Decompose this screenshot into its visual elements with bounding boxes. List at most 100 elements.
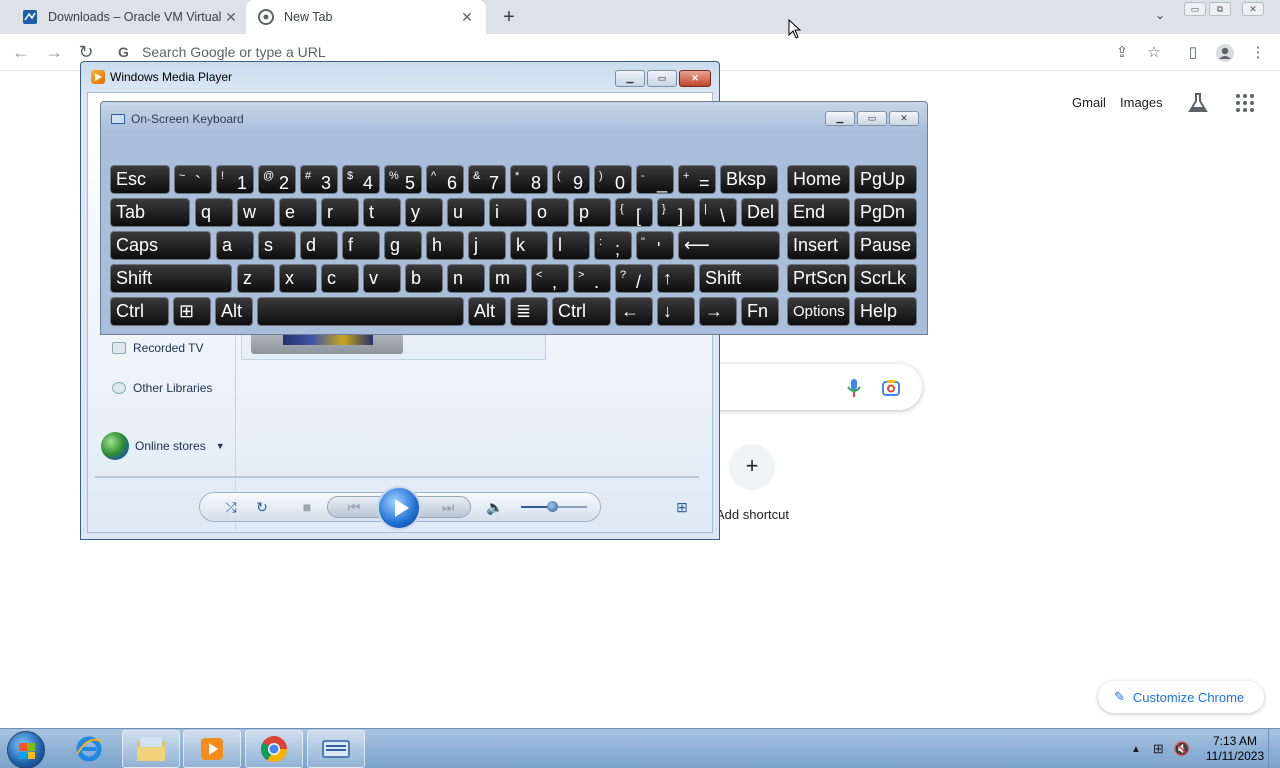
key-s[interactable]: s [258,231,296,260]
next-track-icon[interactable]: ⏭ [437,498,459,516]
wmp-maximize-button[interactable]: ▭ [647,70,677,87]
gmail-link[interactable]: Gmail [1072,95,1106,110]
side-panel-icon[interactable]: ▯ [1183,43,1203,63]
key-x[interactable]: x [279,264,317,293]
add-shortcut-label[interactable]: Add shortcut [716,507,789,522]
switch-to-now-playing-icon[interactable]: ⊞ [671,498,693,516]
osk-minimize-button[interactable]: ▁ [825,111,855,126]
restore-button[interactable]: ⧉ [1209,2,1231,16]
key-symbol[interactable]: <, [531,264,569,293]
key-pgdn[interactable]: PgDn [854,198,917,227]
key-o[interactable]: o [531,198,569,227]
images-link[interactable]: Images [1120,95,1163,110]
profile-avatar-icon[interactable] [1215,43,1235,63]
key-g[interactable]: g [384,231,422,260]
key-symbol[interactable]: & 7 [468,165,506,194]
forward-arrow-icon[interactable]: → [43,42,65,64]
file-explorer-icon[interactable] [122,730,180,768]
key-scrlk[interactable]: ScrLk [854,264,917,293]
key-symbol-4-5[interactable]: ≣ [510,297,548,326]
key-symbol-4-9[interactable]: → [699,297,737,326]
key-n[interactable]: n [447,264,485,293]
google-apps-grid-icon[interactable] [1236,94,1254,112]
key-b[interactable]: b [405,264,443,293]
key-p[interactable]: p [573,198,611,227]
key-symbol[interactable]: >. [573,264,611,293]
key-alt[interactable]: Alt [468,297,506,326]
key-options[interactable]: Options [787,297,850,326]
volume-speaker-icon[interactable]: 🔈 [484,498,506,516]
key-shift[interactable]: Shift [699,264,779,293]
share-icon[interactable]: ⇪ [1112,43,1132,63]
key-space[interactable] [257,297,464,326]
key-end[interactable]: End [787,198,850,227]
tab-search-chevron-icon[interactable]: ⌄ [1150,8,1170,26]
key-symbol[interactable]: $4 [342,165,380,194]
menu-kebab-icon[interactable]: ⋮ [1248,43,1268,63]
key-symbol-4-1[interactable]: ⊞ [173,297,211,326]
key-l[interactable]: l [552,231,590,260]
internet-explorer-icon[interactable] [60,730,118,768]
google-lens-icon[interactable] [881,378,901,398]
key-symbol[interactable]: ~ ` [174,165,212,194]
key-t[interactable]: t [363,198,401,227]
key-symbol[interactable]: | \ [699,198,737,227]
key-symbol-2-12[interactable]: ⟵ [678,231,780,260]
library-item-recorded-tv[interactable]: Recorded TV [112,341,203,355]
repeat-icon[interactable]: ↻ [251,498,273,516]
on-screen-keyboard-taskbar-icon[interactable] [307,730,365,768]
close-tab-icon[interactable]: ✕ [222,8,240,26]
key-shift[interactable]: Shift [110,264,232,293]
key-symbol[interactable]: #3 [300,165,338,194]
key-del[interactable]: Del [741,198,779,227]
key-i[interactable]: i [489,198,527,227]
key-w[interactable]: w [237,198,275,227]
stop-icon[interactable]: ■ [296,498,318,516]
key-symbol[interactable]: - _ [636,165,674,194]
key-symbol[interactable]: ! 1 [216,165,254,194]
key-prtscn[interactable]: PrtScn [787,264,850,293]
key-pgup[interactable]: PgUp [854,165,917,194]
key-m[interactable]: m [489,264,527,293]
wmp-minimize-button[interactable]: ▁ [615,70,645,87]
volume-slider-knob[interactable] [547,501,558,512]
key-symbol[interactable]: ^ 6 [426,165,464,194]
key-v[interactable]: v [363,264,401,293]
media-player-taskbar-icon[interactable] [183,730,241,768]
key-symbol[interactable]: @2 [258,165,296,194]
wmp-close-button[interactable]: ✕ [679,70,711,87]
key-j[interactable]: j [468,231,506,260]
close-window-button[interactable]: ✕ [1242,2,1264,16]
key-symbol[interactable]: (9 [552,165,590,194]
shuffle-icon[interactable]: ⤮ [220,498,242,516]
key-e[interactable]: e [279,198,317,227]
online-stores-menu[interactable]: Online stores ▼ [101,432,225,460]
show-hidden-icons-arrow-icon[interactable]: ▲ [1131,744,1141,755]
library-item-other-libraries[interactable]: Other Libraries [112,381,212,395]
key-symbol[interactable]: % 5 [384,165,422,194]
key-symbol[interactable]: }] [657,198,695,227]
key-z[interactable]: z [237,264,275,293]
add-shortcut-plus-icon[interactable]: + [729,444,775,490]
key-k[interactable]: k [510,231,548,260]
key-c[interactable]: c [321,264,359,293]
key-help[interactable]: Help [854,297,917,326]
key-symbol[interactable]: {[ [615,198,653,227]
bookmark-star-icon[interactable]: ☆ [1144,43,1164,63]
key-q[interactable]: q [195,198,233,227]
key-a[interactable]: a [216,231,254,260]
taskbar-clock[interactable]: 7:13 AM 11/11/2023 [1202,734,1268,764]
key-fn[interactable]: Fn [741,297,779,326]
network-icon[interactable]: ⊞ [1153,741,1164,757]
tab-new-tab[interactable]: New Tab ✕ [246,0,486,34]
play-button[interactable] [377,486,421,530]
start-button[interactable] [7,731,45,768]
osk-close-button[interactable]: ✕ [889,111,919,126]
tab-downloads[interactable]: Downloads – Oracle VM VirtualB ✕ [10,0,250,34]
key-symbol[interactable]: " ' [636,231,674,260]
chrome-taskbar-icon[interactable] [245,730,303,768]
key-symbol[interactable]: ? / [615,264,653,293]
key-ctrl[interactable]: Ctrl [552,297,611,326]
key-ctrl[interactable]: Ctrl [110,297,169,326]
key-alt[interactable]: Alt [215,297,253,326]
